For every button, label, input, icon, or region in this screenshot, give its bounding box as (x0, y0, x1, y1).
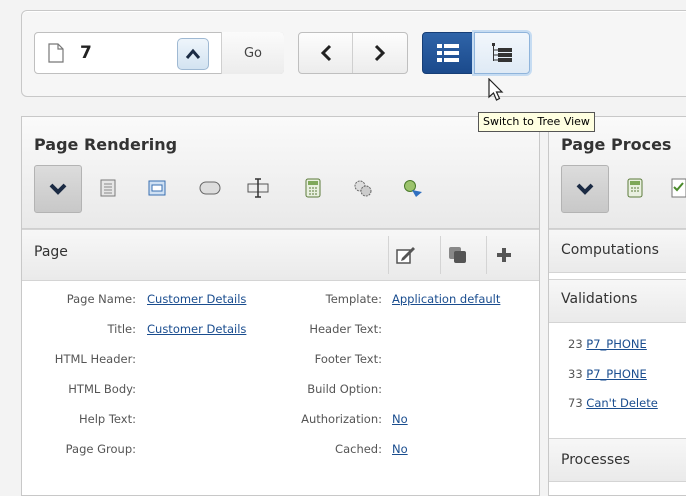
field-label: HTML Header: (54, 352, 136, 366)
shared-components-icon[interactable] (352, 177, 374, 199)
field-label: Header Text: (309, 322, 382, 336)
tooltip: Switch to Tree View (478, 112, 595, 132)
previous-page-button[interactable] (299, 32, 353, 74)
processes-label: Processes (561, 452, 631, 468)
field-label: Footer Text: (314, 352, 382, 366)
edit-page-button[interactable] (388, 236, 422, 274)
process-icon[interactable] (402, 177, 424, 199)
region-icon[interactable] (97, 177, 119, 199)
field-label: HTML Body: (68, 382, 136, 396)
go-button[interactable]: Go (221, 32, 284, 74)
collapse-rendering-button[interactable] (34, 165, 82, 213)
chevron-left-icon (320, 44, 332, 62)
page-rendering-title: Page Rendering (34, 135, 178, 154)
validation-item[interactable]: 23 P7_PHONE (568, 337, 647, 351)
field-label: Page Name: (66, 292, 136, 306)
copy-icon (448, 247, 466, 263)
cached-link[interactable]: No (392, 442, 408, 456)
mouse-cursor-icon (488, 78, 504, 101)
list-view-icon (437, 44, 459, 62)
copy-page-button[interactable] (440, 236, 474, 274)
item-icon[interactable] (247, 177, 269, 199)
collapse-processing-button[interactable] (561, 165, 609, 213)
page-rendering-header (22, 117, 539, 229)
validation-sequence: 73 (568, 396, 583, 410)
page-icon (48, 43, 64, 63)
computation-icon[interactable] (624, 177, 646, 199)
template-link[interactable]: Application default (392, 292, 500, 306)
edit-icon (395, 247, 415, 264)
validation-link[interactable]: P7_PHONE (586, 367, 647, 381)
validation-item[interactable]: 73 Can't Delete (568, 396, 658, 410)
computation-icon[interactable] (302, 177, 324, 199)
chevron-right-icon (374, 44, 386, 62)
field-label: Build Option: (307, 382, 382, 396)
plus-icon (496, 248, 511, 262)
field-label: Template: (325, 292, 382, 306)
field-label: Authorization: (301, 412, 382, 426)
title-link[interactable]: Customer Details (147, 322, 246, 336)
page-section-title: Page (34, 244, 68, 260)
tree-view-button[interactable] (474, 32, 530, 74)
page-name-link[interactable]: Customer Details (147, 292, 246, 306)
computations-label: Computations (561, 242, 659, 258)
chevron-down-icon (49, 183, 67, 195)
validation-item[interactable]: 33 P7_PHONE (568, 367, 647, 381)
chevron-down-icon (576, 183, 594, 195)
field-label: Help Text: (78, 412, 136, 426)
validations-label: Validations (561, 291, 638, 307)
window-region-icon[interactable] (146, 177, 168, 199)
field-label: Cached: (335, 442, 382, 456)
validation-icon[interactable] (668, 177, 686, 199)
chevron-up-icon (185, 48, 201, 59)
field-label: Page Group: (65, 442, 136, 456)
authorization-link[interactable]: No (392, 412, 408, 426)
validation-link[interactable]: Can't Delete (586, 396, 657, 410)
validation-sequence: 23 (568, 337, 583, 351)
validation-sequence: 33 (568, 367, 583, 381)
page-processing-title: Page Proces (561, 135, 672, 154)
create-button[interactable] (486, 236, 520, 274)
page-up-button[interactable] (177, 38, 209, 70)
button-icon[interactable] (199, 177, 221, 199)
validation-link[interactable]: P7_PHONE (586, 337, 647, 351)
next-page-button[interactable] (353, 32, 407, 74)
list-view-button[interactable] (422, 32, 474, 74)
page-number-value[interactable]: 7 (80, 43, 92, 63)
tree-view-icon (492, 43, 512, 62)
field-label: Title: (107, 322, 136, 336)
